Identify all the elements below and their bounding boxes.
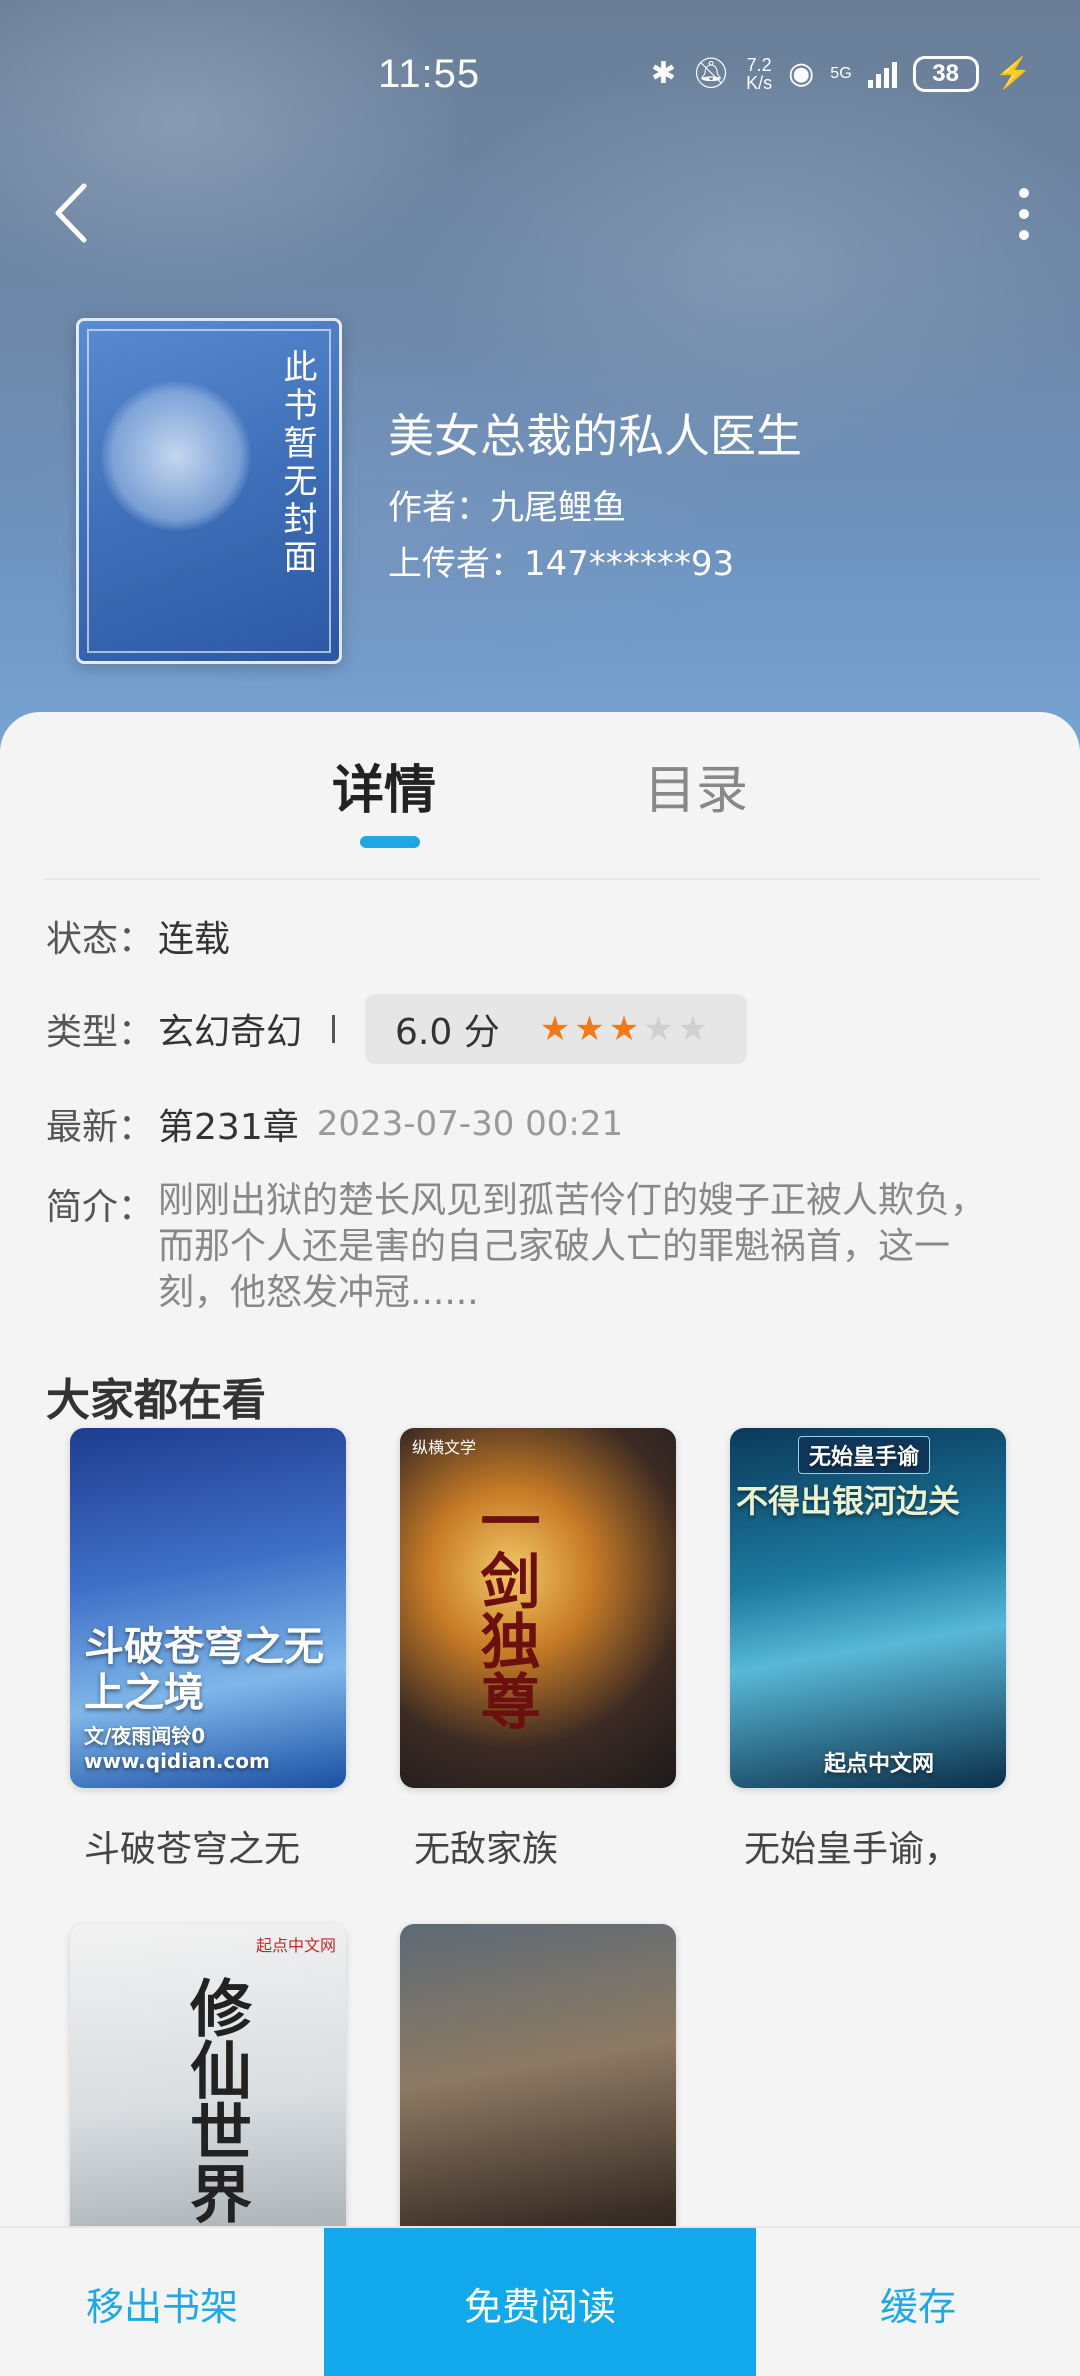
- recommend-book-title: 斗破苍穹之无: [84, 1829, 301, 1870]
- status-icons: ✱ 🔕︎ 7.2 K/s ◉ 5G 38 ⚡: [651, 56, 1032, 92]
- intro-label: 简介：: [46, 1187, 155, 1228]
- star-icon: ★: [643, 1009, 674, 1049]
- recommend-book-card[interactable]: 斗破苍穹之无上之境 文/夜雨闻铃0 www.qidian.com 斗破苍穹之无: [70, 1428, 346, 1872]
- status-bar: 11:55 ✱ 🔕︎ 7.2 K/s ◉ 5G 38 ⚡: [0, 0, 1080, 150]
- tab-catalog[interactable]: 目录: [644, 748, 748, 823]
- network-speed-value: 7.2: [746, 55, 772, 75]
- intro-text: 刚刚出狱的楚长风见到孤苦伶仃的嫂子正被人欺负，而那个人还是害的自己家破人亡的罪魁…: [158, 1180, 987, 1313]
- type-label: 类型：: [46, 1012, 155, 1053]
- star-icon: ★: [608, 1009, 640, 1049]
- cover-title: 修仙世界: [179, 1976, 252, 2224]
- cache-button[interactable]: 缓存: [756, 2228, 1080, 2376]
- star-icon: ★: [574, 1009, 605, 1049]
- book-cover: 此书暂无封面: [76, 318, 342, 664]
- separator: [332, 1015, 336, 1043]
- tab-indicator: [360, 836, 420, 848]
- recommend-book-card[interactable]: 无始皇手谕 不得出银河边关 起点中文网 无始皇手谕，: [730, 1428, 1006, 1872]
- cover-title: 斗破苍穹之无上之境: [84, 1624, 324, 1716]
- network-type: 5G: [830, 65, 852, 82]
- recommend-book-title: 无始皇手谕，: [744, 1829, 961, 1870]
- star-icon: ★: [539, 1009, 571, 1049]
- status-label: 状态：: [46, 919, 155, 960]
- type-row: 类型： 玄幻奇幻 6.0 分 ★ ★ ★ ★ ★: [46, 994, 748, 1064]
- network-speed-unit: K/s: [746, 73, 773, 93]
- remove-from-shelf-button[interactable]: 移出书架: [0, 2228, 324, 2376]
- battery-level: 38: [932, 60, 959, 87]
- recommend-book-cover: 纵横文学 一剑独尊: [400, 1428, 676, 1788]
- latest-chapter[interactable]: 第231章: [158, 1098, 299, 1150]
- type-value: 玄幻奇幻: [158, 1012, 303, 1053]
- recommend-book-card[interactable]: 纵横文学 一剑独尊 无敌家族: [400, 1428, 676, 1872]
- recommend-book-cover: 斗破苍穹之无上之境 文/夜雨闻铃0 www.qidian.com: [70, 1428, 346, 1788]
- cover-title: 一剑独尊: [470, 1490, 540, 1730]
- more-dot-icon: [1019, 209, 1029, 219]
- latest-label: 最新：: [46, 1107, 155, 1148]
- tab-details[interactable]: 详情: [332, 748, 436, 823]
- status-row: 状态： 连载: [46, 910, 230, 962]
- status-value: 连载: [158, 919, 231, 960]
- publisher-mark: 纵横文学: [412, 1438, 477, 1457]
- cover-placeholder-text: 此书暂无封面: [277, 349, 317, 577]
- mute-bell-icon: 🔕︎: [692, 57, 731, 90]
- battery-icon: 38: [912, 56, 979, 92]
- book-author: 作者：九尾鲤鱼: [388, 488, 626, 528]
- chevron-left-icon: [55, 183, 87, 243]
- network-speed: 7.2 K/s: [746, 56, 772, 92]
- latest-row: 最新： 第231章 2023-07-30 00:21: [46, 1098, 623, 1150]
- recommend-book-title: 无敌家族: [414, 1829, 559, 1870]
- rating-score: 6.0 分: [395, 1012, 500, 1053]
- section-title: 大家都在看: [46, 1375, 266, 1426]
- cover-subtitle: 不得出银河边关: [736, 1482, 961, 1520]
- bottom-action-bar: 移出书架 免费阅读 缓存: [0, 2226, 1080, 2376]
- rating-stars: ★ ★ ★ ★ ★: [540, 1012, 708, 1046]
- more-options-button[interactable]: [1004, 182, 1044, 246]
- content-panel: 详情 目录 状态： 连载 类型： 玄幻奇幻 6.0 分 ★ ★ ★ ★ ★ 最新： 第2…: [0, 712, 1080, 2376]
- star-icon: ★: [677, 1009, 709, 1049]
- signal-icon: [867, 60, 897, 88]
- book-title: 美女总裁的私人医生: [388, 409, 802, 463]
- free-read-button[interactable]: 免费阅读: [324, 2228, 756, 2376]
- cover-subtitle: 文/夜雨闻铃0 www.qidian.com: [84, 1724, 270, 1773]
- cover-title: 无始皇手谕: [798, 1436, 931, 1474]
- bluetooth-icon: ✱: [650, 57, 676, 90]
- more-dot-icon: [1019, 230, 1029, 240]
- recommend-book-cover: 无始皇手谕 不得出银河边关 起点中文网: [730, 1428, 1006, 1788]
- cover-publisher: 起点中文网: [824, 1752, 935, 1777]
- status-time: 11:55: [378, 52, 481, 96]
- tab-bar: 详情 目录: [0, 712, 1080, 878]
- cover-seal-icon: [101, 381, 251, 531]
- rating-badge: 6.0 分 ★ ★ ★ ★ ★: [365, 994, 748, 1064]
- publisher-mark: 起点中文网: [255, 1936, 336, 1955]
- charging-icon: ⚡: [994, 57, 1032, 90]
- latest-date: 2023-07-30 00:21: [316, 1104, 624, 1144]
- divider: [44, 878, 1040, 880]
- hotspot-icon: ◉: [788, 57, 815, 90]
- back-button[interactable]: [48, 178, 104, 248]
- more-dot-icon: [1019, 188, 1029, 198]
- book-uploader: 上传者：147******93: [388, 544, 735, 584]
- intro-row: 简介： 刚刚出狱的楚长风见到孤苦伶仃的嫂子正被人欺负，而那个人还是害的自己家破人…: [46, 1178, 1020, 1316]
